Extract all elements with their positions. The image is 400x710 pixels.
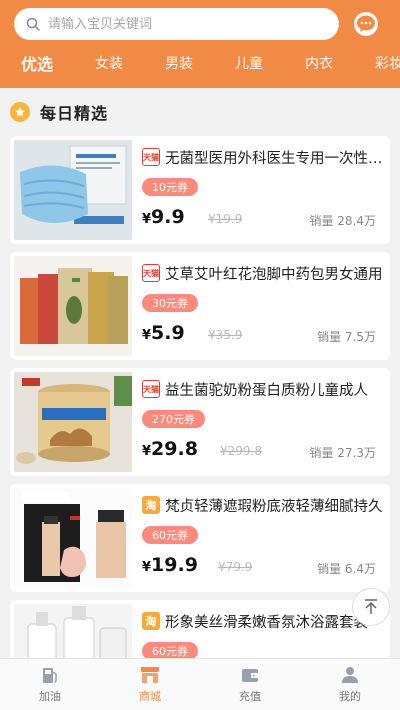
price-value: 29.8 [151, 438, 198, 460]
tab-underwear[interactable]: 内衣 [284, 53, 354, 73]
back-to-top-button[interactable] [352, 588, 390, 626]
star-icon [10, 102, 30, 122]
product-title: 形象美丝滑柔嫩香氛沐浴露套装 [165, 615, 368, 631]
nav-item-fuel[interactable]: 加油 [0, 659, 100, 710]
tab-men[interactable]: 男装 [144, 53, 214, 73]
message-button[interactable] [354, 12, 378, 36]
product-title: 益生菌驼奶粉蛋白质粉儿童成人 [165, 383, 368, 399]
product-image-mask [14, 140, 132, 240]
tab-makeup[interactable]: 彩妆 [354, 53, 400, 73]
original-price: ¥79.9 [218, 560, 253, 574]
chat-bubble-icon [357, 15, 375, 32]
taobao-icon: 淘 [142, 612, 160, 630]
product-title: 艾草艾叶红花泡脚中药包男女通用 [165, 267, 383, 283]
nav-item-recharge[interactable]: 充值 [200, 659, 300, 710]
fuel-icon [43, 668, 57, 683]
coupon-badge: 10元券 [142, 178, 198, 196]
section-header: 每日精选 [10, 100, 108, 124]
price: ¥29.8 [142, 438, 198, 460]
taobao-icon: 淘 [142, 496, 160, 514]
nav-label: 我的 [339, 690, 361, 703]
nav-item-shop[interactable]: 商城 [100, 659, 200, 710]
price: ¥5.9 [142, 322, 185, 344]
product-image-foundation [14, 488, 132, 588]
arrow-up-icon [365, 599, 377, 614]
product-title: 无菌型医用外科医生专用一次性口罩 [165, 151, 385, 167]
tmall-icon: 天猫 [142, 264, 160, 282]
coupon-badge: 270元券 [142, 410, 205, 428]
sales-count: 销量 6.4万 [317, 562, 376, 576]
tab-youxuan[interactable]: 优选 [0, 51, 74, 75]
tmall-icon: 天猫 [142, 380, 160, 398]
nav-label: 加油 [39, 690, 61, 703]
coupon-badge: 60元券 [142, 526, 198, 544]
product-card[interactable]: 天猫 艾草艾叶红花泡脚中药包男女通用 30元券 ¥5.9 ¥35.9 销量 7.… [10, 252, 390, 360]
nav-label: 商城 [139, 690, 161, 703]
tmall-icon: 天猫 [142, 148, 160, 166]
sales-count: 销量 7.5万 [317, 330, 376, 344]
section-title: 每日精选 [40, 104, 109, 123]
category-tabs: 优选 女装 男装 儿童 内衣 彩妆 [0, 46, 400, 80]
product-title: 梵贞轻薄遮瑕粉底液轻薄细腻持久 [165, 499, 383, 515]
currency-symbol: ¥ [142, 212, 152, 227]
shop-icon [141, 667, 159, 683]
original-price: ¥19.9 [208, 212, 243, 226]
nav-label: 充值 [239, 690, 261, 703]
currency-symbol: ¥ [142, 444, 152, 459]
search-icon [26, 17, 40, 31]
tab-kids[interactable]: 儿童 [214, 53, 284, 73]
nav-item-profile[interactable]: 我的 [300, 659, 400, 710]
user-icon [342, 667, 358, 683]
currency-symbol: ¥ [142, 328, 152, 343]
search-input[interactable] [48, 16, 308, 32]
price-value: 5.9 [151, 322, 185, 344]
wallet-icon [242, 669, 258, 682]
product-card[interactable]: 天猫 无菌型医用外科医生专用一次性口罩 10元券 ¥9.9 ¥19.9 销量 2… [10, 136, 390, 244]
search-bar[interactable] [14, 8, 339, 40]
top-header: 优选 女装 男装 儿童 内衣 彩妆 [0, 0, 400, 88]
original-price: ¥299.8 [220, 444, 262, 458]
product-card[interactable]: 淘 梵贞轻薄遮瑕粉底液轻薄细腻持久 60元券 ¥19.9 ¥79.9 销量 6.… [10, 484, 390, 592]
product-card[interactable]: 天猫 益生菌驼奶粉蛋白质粉儿童成人 270元券 ¥29.8 ¥299.8 销量 … [10, 368, 390, 476]
price: ¥9.9 [142, 206, 185, 228]
price-value: 19.9 [151, 554, 198, 576]
price-value: 9.9 [151, 206, 185, 228]
coupon-badge: 30元券 [142, 294, 198, 312]
bottom-nav: 加油 商城 充值 我的 [0, 658, 400, 710]
tab-women[interactable]: 女装 [74, 53, 144, 73]
product-image-herb-pack [14, 256, 132, 356]
sales-count: 销量 27.3万 [309, 446, 376, 460]
product-image-milk-powder [14, 372, 132, 472]
currency-symbol: ¥ [142, 560, 152, 575]
price: ¥19.9 [142, 554, 198, 576]
original-price: ¥35.9 [208, 328, 243, 342]
sales-count: 销量 28.4万 [309, 214, 376, 228]
